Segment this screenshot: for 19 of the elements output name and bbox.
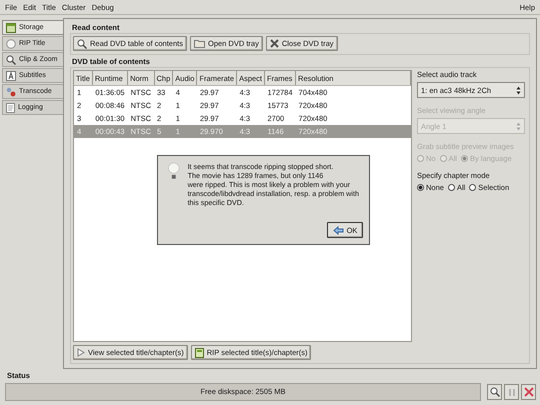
magnifier-icon — [77, 38, 87, 48]
page-icon — [6, 102, 15, 112]
magnifier-icon — [490, 387, 500, 397]
zoom-button[interactable] — [487, 384, 502, 400]
cancel-button[interactable] — [521, 384, 536, 400]
play-icon — [77, 348, 85, 357]
letter-box-icon — [6, 70, 16, 80]
pause-icon — [508, 388, 516, 396]
gears-icon — [6, 86, 16, 96]
cross-icon — [270, 39, 279, 48]
document-icon — [194, 348, 204, 358]
folder-icon — [194, 39, 205, 48]
magnifier-icon — [6, 54, 16, 64]
cross-icon — [524, 387, 534, 397]
spinner-arrows-icon — [516, 86, 521, 94]
storage-icon — [6, 22, 16, 32]
spinner-arrows-icon — [516, 122, 521, 130]
circle-icon — [6, 38, 16, 48]
arrow-icon — [332, 226, 344, 234]
